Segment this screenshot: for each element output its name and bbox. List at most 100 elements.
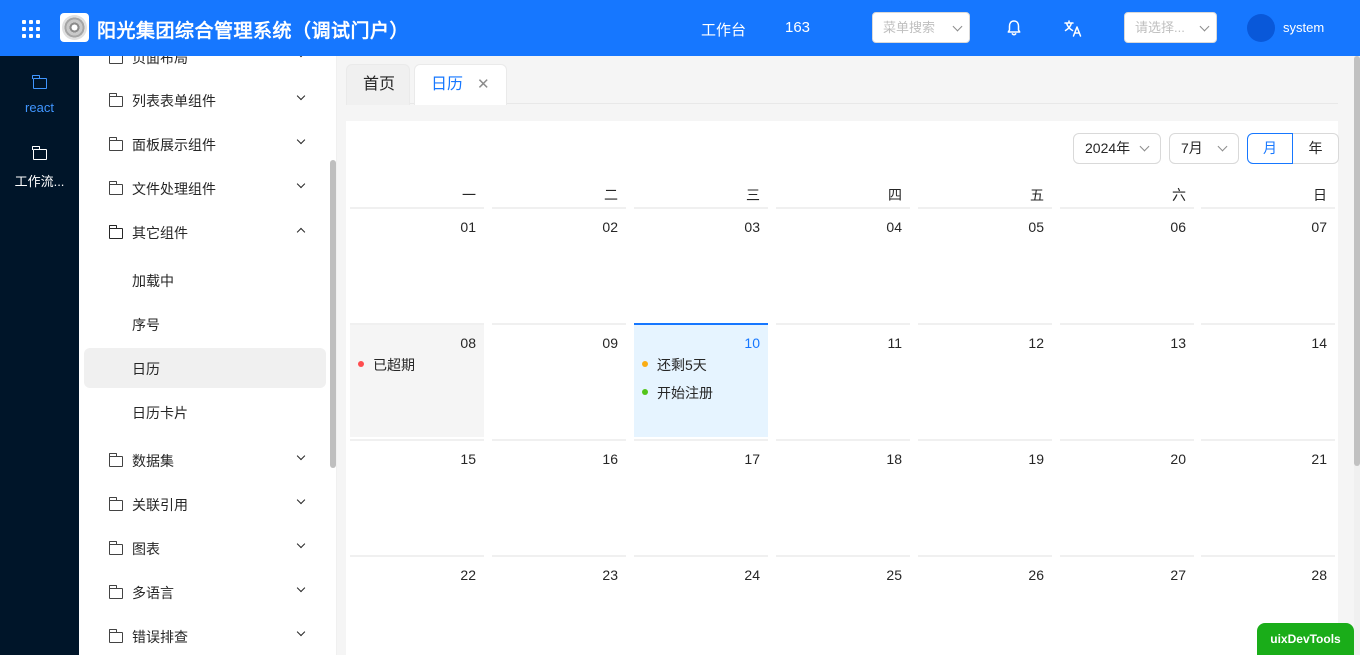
rail-item-react[interactable]: react (0, 75, 79, 115)
weekday-header: 二 (604, 187, 618, 203)
tab-label: 日历 (431, 76, 464, 93)
day-number: 16 (602, 451, 618, 467)
calendar-day-cell[interactable]: 07 (1201, 207, 1335, 321)
menu-item-troubleshooting[interactable]: 错误排查 (84, 616, 326, 655)
weekday-header: 四 (888, 187, 902, 203)
apps-grid-icon[interactable] (20, 18, 40, 38)
folder-icon (108, 93, 123, 107)
day-number: 06 (1170, 219, 1186, 235)
calendar-day-cell[interactable]: 22 (350, 555, 484, 669)
day-number: 26 (1028, 567, 1044, 583)
month-select-value: 7月 (1181, 140, 1203, 156)
day-number: 07 (1311, 219, 1327, 235)
calendar-day-cell[interactable]: 27 (1060, 555, 1194, 669)
weekday-header: 三 (746, 187, 760, 203)
bell-icon[interactable] (1004, 18, 1024, 38)
calendar-day-cell[interactable]: 15 (350, 439, 484, 553)
calendar-day-cell[interactable]: 02 (492, 207, 626, 321)
tab-calendar[interactable]: 日历 ✕ (414, 64, 507, 105)
calendar-day-cell[interactable]: 03 (634, 207, 768, 321)
chevron-down-icon (296, 583, 306, 593)
chevron-down-icon (296, 451, 306, 461)
calendar-day-cell[interactable]: 05 (918, 207, 1052, 321)
calendar-day-cell[interactable]: 17 (634, 439, 768, 553)
rail-item-workflow[interactable]: 工作流... (0, 146, 79, 190)
user-avatar[interactable] (1247, 14, 1275, 42)
folder-icon (108, 629, 123, 643)
mode-year-button[interactable]: 年 (1293, 133, 1339, 164)
menu-item-charts[interactable]: 图表 (84, 528, 326, 568)
chevron-down-icon (296, 179, 306, 189)
calendar-day-cell[interactable]: 16 (492, 439, 626, 553)
day-number: 10 (744, 335, 760, 351)
menu-item-page-layout[interactable]: 页面布局 (84, 56, 326, 77)
calendar-day-cell[interactable]: 23 (492, 555, 626, 669)
menu-search-select[interactable]: 菜单搜索 (872, 12, 970, 43)
calendar-day-cell[interactable]: 19 (918, 439, 1052, 553)
rail-item-label: react (25, 100, 54, 115)
calendar-day-cell[interactable]: 14 (1201, 323, 1335, 437)
menu-item-file-processing[interactable]: 文件处理组件 (84, 168, 326, 208)
menu-item-reference[interactable]: 关联引用 (84, 484, 326, 524)
chevron-down-icon (296, 627, 306, 637)
translate-icon[interactable] (1063, 18, 1083, 38)
menu-sub-serial-number[interactable]: 序号 (84, 304, 326, 344)
day-number: 27 (1170, 567, 1186, 583)
menu-sub-calendar-card[interactable]: 日历卡片 (84, 392, 326, 432)
calendar-day-cell[interactable]: 25 (776, 555, 910, 669)
calendar-day-cell[interactable]: 09 (492, 323, 626, 437)
org-select-placeholder: 请选择... (1135, 20, 1185, 35)
menu-item-label: 其它组件 (132, 225, 188, 241)
page-scrollbar-thumb[interactable] (1354, 56, 1360, 466)
menu-item-list-form[interactable]: 列表表单组件 (84, 80, 326, 120)
page-scrollbar[interactable] (1354, 56, 1360, 655)
menu-sub-label: 日历 (132, 361, 160, 377)
weekday-header: 一 (462, 187, 476, 203)
folder-icon (108, 453, 123, 467)
menu-item-i18n[interactable]: 多语言 (84, 572, 326, 612)
sidebar-scrollbar[interactable] (330, 160, 336, 468)
calendar-day-cell[interactable]: 13 (1060, 323, 1194, 437)
menu-item-label: 错误排查 (132, 629, 188, 645)
folder-icon (108, 541, 123, 555)
calendar-day-cell[interactable]: 24 (634, 555, 768, 669)
folder-icon (109, 56, 123, 64)
tab-home[interactable]: 首页 (346, 64, 410, 105)
day-number: 04 (886, 219, 902, 235)
close-icon[interactable]: ✕ (477, 65, 490, 105)
calendar-day-cell[interactable]: 06 (1060, 207, 1194, 321)
calendar-event[interactable]: 已超期 (358, 355, 415, 375)
chevron-down-icon (296, 539, 306, 549)
calendar-day-cell[interactable]: 01 (350, 207, 484, 321)
calendar-event[interactable]: 开始注册 (642, 383, 713, 403)
user-name[interactable]: system (1283, 20, 1324, 35)
day-number: 20 (1170, 451, 1186, 467)
calendar-day-cell[interactable]: 10 还剩5天开始注册 (634, 323, 768, 437)
calendar-panel: 2024年 7月 月 年 一二三四五六日 01 02 03 04 05 06 07 08 已超期 0… (346, 121, 1339, 669)
year-select[interactable]: 2024年 (1073, 133, 1161, 164)
day-number: 22 (460, 567, 476, 583)
calendar-day-cell[interactable]: 04 (776, 207, 910, 321)
menu-sub-loading[interactable]: 加载中 (84, 260, 326, 300)
org-select[interactable]: 请选择... (1124, 12, 1217, 43)
header-count[interactable]: 163 (785, 19, 810, 36)
folder-icon (32, 146, 47, 160)
calendar-day-cell[interactable]: 26 (918, 555, 1052, 669)
menu-sub-calendar[interactable]: 日历 (84, 348, 326, 388)
calendar-day-cell[interactable]: 18 (776, 439, 910, 553)
calendar-event[interactable]: 还剩5天 (642, 355, 707, 375)
workbench-link[interactable]: 工作台 (701, 19, 746, 40)
mode-month-button[interactable]: 月 (1247, 133, 1293, 164)
month-select[interactable]: 7月 (1169, 133, 1239, 164)
devtools-button[interactable]: uixDevTools (1257, 623, 1354, 655)
day-number: 18 (886, 451, 902, 467)
day-number: 13 (1170, 335, 1186, 351)
calendar-day-cell[interactable]: 20 (1060, 439, 1194, 553)
calendar-day-cell[interactable]: 11 (776, 323, 910, 437)
calendar-day-cell[interactable]: 12 (918, 323, 1052, 437)
menu-item-dataset[interactable]: 数据集 (84, 440, 326, 480)
calendar-day-cell[interactable]: 08 已超期 (350, 323, 484, 437)
menu-item-other-components[interactable]: 其它组件 (84, 212, 326, 252)
menu-item-panel-display[interactable]: 面板展示组件 (84, 124, 326, 164)
calendar-day-cell[interactable]: 21 (1201, 439, 1335, 553)
